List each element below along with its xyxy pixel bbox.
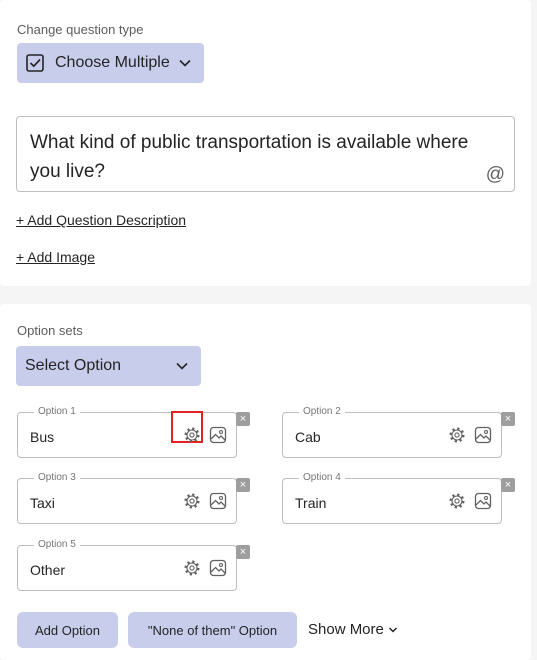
option-value: Cab: [295, 429, 321, 445]
gear-icon[interactable]: [182, 491, 202, 511]
option-value: Taxi: [30, 495, 55, 511]
remove-option-4-button[interactable]: ×: [501, 478, 515, 492]
question-text: What kind of public transportation is av…: [30, 132, 469, 182]
show-more-button[interactable]: Show More: [308, 621, 398, 638]
none-of-them-option-button[interactable]: "None of them" Option: [128, 612, 297, 648]
remove-option-2-button[interactable]: ×: [501, 412, 515, 426]
option-sets-value: Select Option: [25, 357, 122, 374]
image-icon[interactable]: [208, 425, 228, 445]
option-value: Bus: [30, 429, 55, 445]
mention-icon[interactable]: @: [486, 165, 505, 184]
option-legend: Option 2: [299, 406, 345, 418]
option-field-3[interactable]: Option 3 Taxi: [17, 472, 237, 524]
question-text-input[interactable]: What kind of public transportation is av…: [16, 116, 515, 192]
remove-option-1-button[interactable]: ×: [236, 412, 250, 426]
option-legend: Option 1: [34, 406, 80, 418]
image-icon[interactable]: [473, 425, 493, 445]
gear-icon[interactable]: [447, 425, 467, 445]
chevron-down-icon: [176, 362, 188, 370]
add-question-description-link[interactable]: + Add Question Description: [16, 212, 186, 228]
image-icon[interactable]: [208, 491, 228, 511]
option-legend: Option 5: [34, 539, 80, 551]
question-type-value: Choose Multiple: [55, 54, 170, 71]
chevron-down-icon: [388, 626, 397, 633]
option-field-2[interactable]: Option 2 Cab: [282, 406, 502, 458]
chevron-down-icon: [179, 59, 191, 67]
add-image-link[interactable]: + Add Image: [16, 249, 95, 265]
gear-icon[interactable]: [182, 425, 202, 445]
gear-icon[interactable]: [447, 491, 467, 511]
option-value: Other: [30, 562, 66, 578]
option-field-1[interactable]: Option 1 Bus: [17, 406, 237, 458]
option-legend: Option 3: [34, 472, 80, 484]
option-field-4[interactable]: Option 4 Train: [282, 472, 502, 524]
option-sets-dropdown[interactable]: Select Option: [16, 346, 201, 386]
question-card: Change question type Choose Multiple Wha…: [0, 0, 531, 286]
option-legend: Option 4: [299, 472, 345, 484]
option-value: Train: [295, 495, 327, 511]
option-sets-label: Option sets: [17, 323, 83, 338]
image-icon[interactable]: [473, 491, 493, 511]
remove-option-5-button[interactable]: ×: [236, 545, 250, 559]
question-type-label: Change question type: [17, 22, 144, 37]
show-more-label: Show More: [308, 621, 384, 638]
option-field-5[interactable]: Option 5 Other: [17, 539, 237, 591]
checkbox-icon: [26, 54, 44, 72]
remove-option-3-button[interactable]: ×: [236, 478, 250, 492]
gear-icon[interactable]: [182, 558, 202, 578]
question-type-dropdown[interactable]: Choose Multiple: [17, 43, 204, 83]
add-option-button[interactable]: Add Option: [17, 612, 118, 648]
image-icon[interactable]: [208, 558, 228, 578]
